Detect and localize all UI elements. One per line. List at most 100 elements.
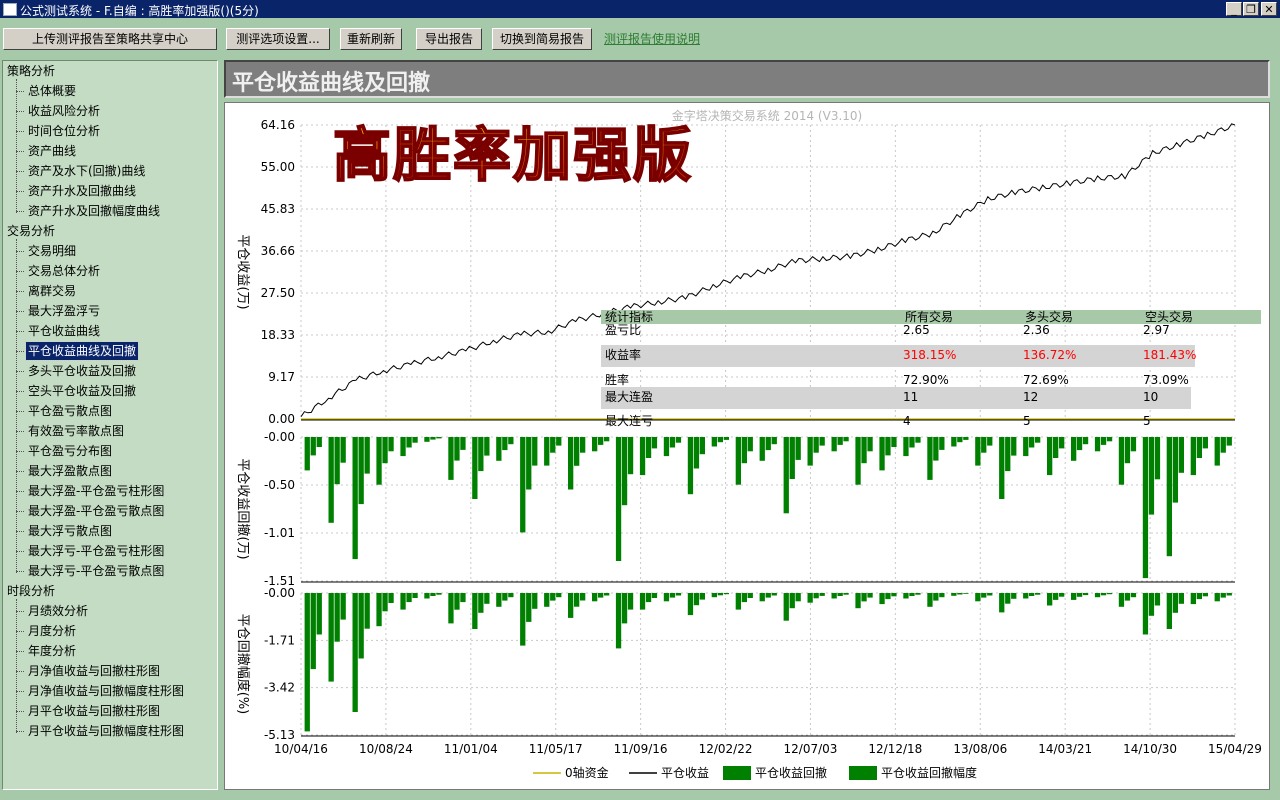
drawdown-bar	[508, 593, 514, 598]
sidebar-item[interactable]: 平仓收益曲线	[26, 322, 102, 340]
sidebar-item[interactable]: 交易总体分析	[26, 262, 102, 280]
drawdown-bar	[454, 593, 460, 610]
drawdown-bar	[615, 437, 622, 561]
sidebar-item[interactable]: 年度分析	[26, 642, 78, 660]
x-tick-label: 10/08/24	[359, 742, 413, 756]
drawdown-bar	[604, 437, 610, 442]
sidebar-item[interactable]: 最大浮亏-平仓盈亏柱形图	[26, 542, 166, 560]
drawdown-bar	[1178, 437, 1184, 473]
drawdown-bar	[304, 593, 310, 732]
drawdown-bar	[879, 593, 885, 605]
drawdown-bar	[765, 593, 771, 598]
sidebar-item[interactable]: 月净值收益与回撤柱形图	[26, 662, 162, 680]
sidebar-item[interactable]: 时间仓位分析	[26, 122, 102, 140]
restore-button[interactable]: ❐	[1243, 2, 1259, 16]
drawdown-bar	[771, 593, 777, 596]
sidebar-item[interactable]: 平仓盈亏分布图	[26, 442, 114, 460]
drawdown-bar	[669, 437, 676, 448]
drawdown-bar	[1023, 593, 1029, 599]
drawdown-bar	[448, 437, 454, 480]
sidebar-item[interactable]: 最大浮盈-平仓盈亏散点图	[26, 502, 166, 520]
refresh-button[interactable]: 重新刷新	[340, 28, 402, 50]
drawdown-bar	[1005, 437, 1011, 472]
drawdown-bar	[1071, 593, 1077, 600]
sidebar-item[interactable]: 空头平仓收益及回撤	[26, 382, 138, 400]
drawdown-bar	[1059, 593, 1065, 597]
drawdown-bar	[1100, 437, 1107, 445]
report-help-link[interactable]: 测评报告使用说明	[604, 30, 700, 47]
sidebar-category[interactable]: 策略分析	[7, 62, 55, 80]
y-tick-label: -1.71	[264, 633, 295, 647]
y-tick-label: -0.00	[264, 586, 295, 600]
sidebar-item[interactable]: 多头平仓收益及回撤	[26, 362, 138, 380]
sidebar-item[interactable]: 月绩效分析	[26, 602, 90, 620]
drawdown-bar	[909, 593, 915, 596]
sidebar-item[interactable]: 平仓收益曲线及回撤	[24, 341, 140, 361]
sidebar-item[interactable]: 资产曲线	[26, 142, 78, 160]
export-report-button[interactable]: 导出报告	[416, 28, 482, 50]
sidebar-item[interactable]: 最大浮盈-平仓盈亏柱形图	[26, 482, 166, 500]
strategy-banner: 高胜率加强版	[333, 121, 693, 189]
sidebar-item[interactable]: 月平仓收益与回撤幅度柱形图	[26, 722, 186, 740]
sidebar-item[interactable]: 有效盈亏率散点图	[26, 422, 126, 440]
y-tick-label: -5.13	[264, 728, 295, 742]
sidebar-item[interactable]: 最大浮亏-平仓盈亏散点图	[26, 562, 166, 580]
drawdown-bar	[544, 593, 550, 607]
drawdown-bar	[1071, 437, 1077, 461]
sidebar-item[interactable]: 平仓盈亏散点图	[26, 402, 114, 420]
drawdown-bar	[430, 437, 436, 440]
upload-report-button[interactable]: 上传测评报告至策略共享中心	[3, 28, 217, 50]
sidebar-item[interactable]: 月平仓收益与回撤柱形图	[26, 702, 162, 720]
sidebar-item[interactable]: 交易明细	[26, 242, 78, 260]
y-axis-label: 平仓收益回撤(万)	[235, 458, 251, 559]
sidebar-item[interactable]: 资产升水及回撤曲线	[26, 182, 138, 200]
drawdown-bar	[861, 437, 867, 464]
drawdown-bar	[574, 437, 580, 466]
drawdown-bar	[1005, 593, 1011, 604]
stats-row-label: 胜率	[605, 372, 629, 387]
sidebar-item[interactable]: 总体概要	[26, 82, 78, 100]
drawdown-bar	[759, 437, 765, 461]
drawdown-bar	[1029, 437, 1035, 448]
sidebar-item[interactable]: 月度分析	[26, 622, 78, 640]
switch-simple-report-button[interactable]: 切换到简易报告	[492, 28, 592, 50]
drawdown-bar	[717, 593, 723, 596]
sidebar-item[interactable]: 最大浮盈散点图	[26, 462, 114, 480]
sidebar-item[interactable]: 资产升水及回撤幅度曲线	[26, 202, 162, 220]
drawdown-bar	[352, 437, 358, 560]
drawdown-bar	[526, 437, 532, 490]
drawdown-bar	[406, 593, 412, 603]
drawdown-bar	[1011, 437, 1017, 456]
drawdown-bar	[502, 437, 508, 451]
drawdown-bar	[621, 593, 628, 624]
sidebar-item[interactable]: 收益风险分析	[26, 102, 102, 120]
minimize-button[interactable]: _	[1226, 2, 1242, 16]
drawdown-bar	[550, 593, 556, 601]
stats-value: 318.15%	[903, 348, 956, 362]
drawdown-bar	[759, 593, 765, 602]
test-settings-button[interactable]: 测评选项设置...	[226, 28, 330, 50]
sidebar-item[interactable]: 资产及水下(回撤)曲线	[26, 162, 147, 180]
y-tick-label: 9.17	[268, 370, 295, 384]
drawdown-bar	[316, 437, 322, 447]
legend-swatch	[849, 766, 877, 780]
drawdown-bar	[1166, 437, 1172, 557]
stats-value: 136.72%	[1023, 348, 1076, 362]
drawdown-bar	[813, 593, 819, 599]
sidebar-category[interactable]: 交易分析	[7, 222, 55, 240]
sidebar-item[interactable]: 月净值收益与回撤幅度柱形图	[26, 682, 186, 700]
drawdown-bar	[1106, 593, 1113, 595]
drawdown-bar	[975, 593, 981, 602]
drawdown-bar	[1118, 437, 1125, 485]
drawdown-bar	[364, 593, 370, 629]
drawdown-bar	[568, 437, 574, 490]
x-tick-label: 10/04/16	[274, 742, 328, 756]
equity-drawdown-chart: 10/04/16 10/08/24 11/01/04 11/05/17 11/09/16…	[235, 108, 1262, 780]
close-button[interactable]: ✕	[1261, 2, 1277, 16]
sidebar-category[interactable]: 时段分析	[7, 582, 55, 600]
sidebar-item[interactable]: 最大浮亏散点图	[26, 522, 114, 540]
drawdown-bar	[807, 593, 813, 603]
sidebar-item[interactable]: 最大浮盈浮亏	[26, 302, 102, 320]
drawdown-bar	[627, 593, 634, 610]
sidebar-item[interactable]: 离群交易	[26, 282, 78, 300]
